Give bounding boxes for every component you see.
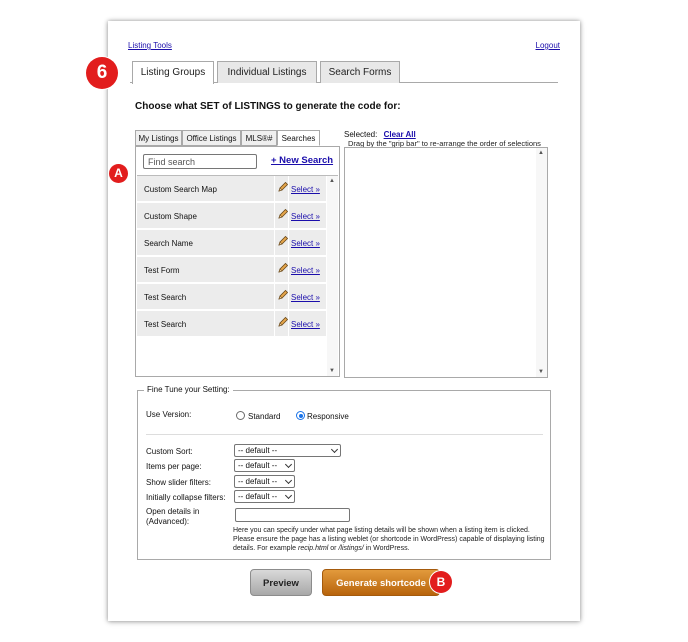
divider xyxy=(146,434,543,435)
select-link[interactable]: Select » xyxy=(291,212,320,221)
items-per-page-value: -- default -- xyxy=(238,461,278,470)
scroll-up-icon[interactable]: ▲ xyxy=(329,178,335,184)
subtab-office-listings[interactable]: Office Listings xyxy=(182,130,241,146)
search-name: Search Name xyxy=(144,239,193,248)
main-tabs: Listing Groups Individual Listings Searc… xyxy=(130,61,558,84)
list-item: Search Name Select » xyxy=(137,230,326,256)
logout-link[interactable]: Logout xyxy=(536,41,560,50)
items-per-page-select[interactable]: -- default -- xyxy=(234,459,295,472)
standard-radio[interactable] xyxy=(236,411,245,420)
standard-label: Standard xyxy=(248,412,281,421)
chevron-down-icon xyxy=(330,445,339,454)
collapse-filters-select[interactable]: -- default -- xyxy=(234,490,295,503)
search-name: Test Search xyxy=(144,320,187,329)
list-item: Test Search Select » xyxy=(137,284,326,310)
searches-panel: + New Search Custom Search Map Select » … xyxy=(135,146,340,377)
subtab-my-listings[interactable]: My Listings xyxy=(135,130,182,146)
list-item: Custom Search Map Select » xyxy=(137,176,326,202)
custom-sort-label: Custom Sort: xyxy=(146,447,193,456)
responsive-radio[interactable] xyxy=(296,411,305,420)
select-link[interactable]: Select » xyxy=(291,293,320,302)
open-details-label: Open details in (Advanced): xyxy=(146,507,200,526)
list-item: Custom Shape Select » xyxy=(137,203,326,229)
show-slider-value: -- default -- xyxy=(238,477,278,486)
selected-header: Selected: Clear All xyxy=(344,130,416,139)
searches-list: Custom Search Map Select » Custom Shape … xyxy=(137,175,338,376)
chevron-down-icon xyxy=(284,460,293,469)
searches-scrollbar[interactable]: ▲ ▼ xyxy=(327,176,338,376)
new-search-link[interactable]: + New Search xyxy=(271,155,333,166)
help-text: or xyxy=(328,545,339,552)
step-badge: 6 xyxy=(86,57,118,89)
use-version-label: Use Version: xyxy=(146,410,192,419)
chevron-down-icon xyxy=(284,476,293,485)
custom-sort-value: -- default -- xyxy=(238,446,278,455)
listing-tools-panel: Listing Tools Logout Listing Groups Indi… xyxy=(86,21,580,621)
select-link[interactable]: Select » xyxy=(291,185,320,194)
search-name: Custom Shape xyxy=(144,212,197,221)
search-name: Test Search xyxy=(144,293,187,302)
subtab-searches[interactable]: Searches xyxy=(277,130,320,146)
open-details-input[interactable] xyxy=(235,508,350,522)
search-name: Test Form xyxy=(144,266,180,275)
fine-tune-fieldset: Fine Tune your Setting: Use Version: Sta… xyxy=(137,385,551,560)
help-example: recip.html xyxy=(297,545,329,552)
select-link[interactable]: Select » xyxy=(291,239,320,248)
marker-b-badge: B xyxy=(430,571,452,593)
selected-scrollbar[interactable]: ▲ ▼ xyxy=(536,148,547,377)
generate-shortcode-button[interactable]: Generate shortcode xyxy=(322,569,440,596)
preview-button[interactable]: Preview xyxy=(250,569,312,596)
help-example: /listings/ xyxy=(338,545,364,552)
search-name: Custom Search Map xyxy=(144,185,217,194)
collapse-filters-label: Initially collapse filters: xyxy=(146,493,226,502)
help-text: in WordPress. xyxy=(363,545,410,552)
page-heading: Choose what SET of LISTINGS to generate … xyxy=(135,101,401,112)
select-link[interactable]: Select » xyxy=(291,266,320,275)
marker-a-badge: A xyxy=(109,164,128,183)
collapse-filters-value: -- default -- xyxy=(238,492,278,501)
list-item: Test Search Select » xyxy=(137,311,326,337)
items-per-page-label: Items per page: xyxy=(146,462,202,471)
scroll-up-icon[interactable]: ▲ xyxy=(538,150,544,156)
custom-sort-select[interactable]: -- default -- xyxy=(234,444,341,457)
listing-tools-link[interactable]: Listing Tools xyxy=(128,41,172,50)
subtab-mls[interactable]: MLS®# xyxy=(241,130,277,146)
clear-all-link[interactable]: Clear All xyxy=(384,130,416,139)
list-item: Test Form Select » xyxy=(137,257,326,283)
show-slider-label: Show slider filters: xyxy=(146,478,211,487)
responsive-label: Responsive xyxy=(307,412,349,421)
chevron-down-icon xyxy=(284,491,293,500)
tab-search-forms[interactable]: Search Forms xyxy=(320,61,400,83)
tab-individual-listings[interactable]: Individual Listings xyxy=(217,61,317,83)
tab-listing-groups[interactable]: Listing Groups xyxy=(132,61,214,84)
selected-panel[interactable]: ▲ ▼ xyxy=(344,147,548,378)
show-slider-select[interactable]: -- default -- xyxy=(234,475,295,488)
open-details-help: Here you can specify under what page lis… xyxy=(233,526,548,553)
selected-label: Selected: xyxy=(344,130,378,139)
scroll-down-icon[interactable]: ▼ xyxy=(329,368,335,374)
scroll-down-icon[interactable]: ▼ xyxy=(538,369,544,375)
find-search-input[interactable] xyxy=(143,154,257,169)
fine-tune-legend: Fine Tune your Setting: xyxy=(144,385,233,394)
select-link[interactable]: Select » xyxy=(291,320,320,329)
